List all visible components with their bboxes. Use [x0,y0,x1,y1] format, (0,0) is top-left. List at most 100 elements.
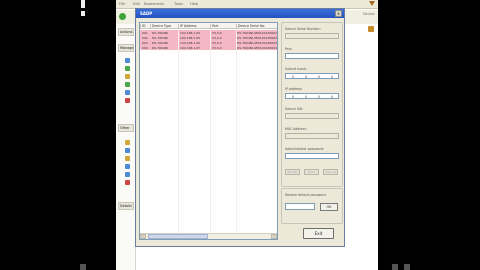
ip-label: IP address: [285,87,303,91]
desktop: File Edit Bookmarks Tools Help Actions M… [0,0,480,270]
folder-icon[interactable] [125,140,130,145]
row-version: V3.0.0 [212,30,222,35]
folder-icon[interactable] [125,58,130,63]
octet: 0 [318,74,321,79]
delete-icon[interactable] [125,98,130,103]
password-field[interactable] [285,153,339,159]
restore-input[interactable] [285,203,315,210]
info-icon[interactable] [125,90,130,95]
list-header: ID Device Type IP Address Port Device Se… [140,23,277,29]
column-divider [178,29,179,239]
ip-field[interactable]: 0 0 0 0 [285,93,339,99]
scroll-left-arrow[interactable]: ‹ [140,234,146,239]
row-type: DS-7604NI [152,40,169,45]
dialog-titlebar[interactable]: SADP x [136,9,344,18]
left-tab[interactable]: Manage [118,44,134,52]
restore-password-group: Restore default password: OK [281,188,343,224]
dialog-title: SADP [140,11,153,16]
scroll-thumb[interactable] [148,234,208,239]
subnet-label: Subnet mask: [285,67,307,71]
device-settings-panel: Device Serial Number: Port: Subnet mask:… [281,22,343,187]
modify-button[interactable]: Modify [285,169,300,175]
left-panel: Actions Manage Other Details [116,24,136,270]
version-field [285,113,339,119]
octet: 0 [292,94,295,99]
row-id: 003 [142,40,148,45]
row-version: V3.0.0 [212,45,222,50]
alarm-icon[interactable] [125,180,130,185]
taskbar-icon[interactable] [80,264,86,270]
row-type: DS-7604NI [152,45,169,50]
device-list[interactable]: ID Device Type IP Address Port Device Se… [139,22,278,240]
row-serial: DS-7604NI-SE0120130604 [237,45,278,50]
cancel-button[interactable]: Cancel [323,169,338,175]
settings-icon[interactable] [125,156,130,161]
octet: 0 [318,94,321,99]
row-id: 001 [142,30,148,35]
row-version: V3.0.0 [212,40,222,45]
octet: 0 [331,74,334,79]
octet: 0 [331,94,334,99]
row-ip: 192.168.1.67 [180,45,201,50]
edit-icon[interactable] [125,74,130,79]
left-tab[interactable]: Details [118,202,134,210]
left-tab[interactable]: Other [118,124,134,132]
taskbar-icon[interactable] [404,264,410,270]
network-icon[interactable] [125,172,130,177]
refresh-icon[interactable] [125,82,130,87]
version-label: Device SW: [285,107,303,111]
menu-bookmarks[interactable]: Bookmarks [144,2,164,6]
serial-field [285,33,339,39]
column-divider [236,29,237,239]
octet: 0 [305,74,308,79]
desktop-icon[interactable] [81,0,85,8]
favorite-icon[interactable] [368,26,374,32]
row-ip: 192.168.1.66 [180,40,201,45]
octet: 0 [305,94,308,99]
menu-edit[interactable]: Edit [133,2,140,6]
serial-label: Device Serial Number: [285,27,321,31]
mac-field [285,133,339,139]
menu-file[interactable]: File [119,2,125,6]
port-field[interactable] [285,53,339,59]
menu-tools[interactable]: Tools [174,2,183,6]
row-ip: 192.168.1.64 [180,30,201,35]
side-logo-icon[interactable] [368,0,376,7]
monitor-icon[interactable] [125,148,130,153]
port-label: Port: [285,47,293,51]
user-icon[interactable] [125,164,130,169]
exit-button[interactable]: Exit [303,228,334,239]
col-header-type[interactable]: Device Type [150,24,178,29]
row-id: 004 [142,45,148,50]
go-icon[interactable] [119,13,126,20]
subnet-field[interactable]: 0 0 0 0 [285,73,339,79]
col-header-ip[interactable]: IP Address [178,24,210,29]
horizontal-scrollbar[interactable]: ‹ › [140,233,277,239]
mac-label: MAC Address: [285,127,307,131]
menu-help[interactable]: Help [190,2,198,6]
save-button[interactable]: Save [304,169,319,175]
taskbar-icon[interactable] [392,264,398,270]
restore-ok-button[interactable]: OK [320,203,338,211]
left-tab[interactable]: Actions [118,28,134,36]
row-serial: DS-7604NI-SE0120130603 [237,40,278,45]
password-label: Administrator password: [285,147,324,151]
scroll-right-arrow[interactable]: › [271,234,277,239]
desktop-icon[interactable] [81,11,85,16]
row-ip: 192.168.1.65 [180,35,201,40]
row-serial: DS-7604NI-SE0120130602 [237,35,278,40]
row-type: DS-7604NI [152,30,169,35]
side-text: Device [363,12,375,16]
row-id: 002 [142,35,148,40]
table-row[interactable]: 004 DS-7604NI 192.168.1.67 V3.0.0 DS-760… [140,45,277,50]
close-button[interactable]: x [335,10,342,17]
col-header-serial[interactable]: Device Serial No. [236,24,277,29]
col-header-port[interactable]: Port [210,24,236,29]
row-serial: DS-7604NI-SE0120130601 [237,30,278,35]
column-divider [210,29,211,239]
add-icon[interactable] [125,66,130,71]
sadp-dialog: SADP x ID Device Type IP Address Port De… [135,8,345,247]
octet: 0 [292,74,295,79]
row-version: V3.0.0 [212,35,222,40]
col-header-id[interactable]: ID [140,24,145,29]
